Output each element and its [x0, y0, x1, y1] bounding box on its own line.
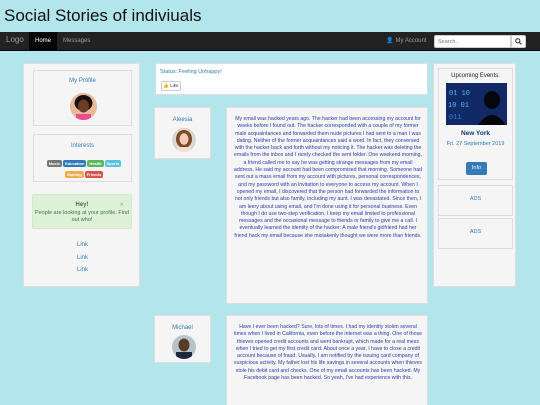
- sidebar-link-1[interactable]: Link: [24, 242, 141, 248]
- svg-text:011: 011: [449, 114, 462, 122]
- post-author-name[interactable]: Michael: [155, 325, 210, 331]
- post-author-name[interactable]: Aleesia: [155, 117, 210, 123]
- post-card: My email was hacked years ago. The hacke…: [226, 107, 428, 304]
- nav-home[interactable]: Home: [29, 32, 57, 51]
- interests-title: Interests: [70, 143, 94, 149]
- site-title: Social Stories of indiviuals: [4, 6, 202, 25]
- interests-card: Interests Music Education Health Sports Gam…: [33, 134, 132, 182]
- thumbs-up-icon: 👍: [163, 83, 170, 88]
- ad-slot[interactable]: ADS: [438, 185, 513, 216]
- info-button[interactable]: Info: [466, 162, 487, 175]
- alert-title: Hey!: [75, 202, 89, 208]
- close-icon[interactable]: ×: [119, 200, 124, 209]
- profile-avatar[interactable]: [70, 93, 97, 120]
- navbar: Logo Home Messages 👤 My Account: [0, 32, 540, 51]
- events-title: Upcoming Events:: [451, 73, 500, 79]
- author-avatar[interactable]: [172, 335, 196, 359]
- interest-badges: Music Education Health Sports Gaming Friends: [41, 156, 127, 178]
- interest-badge-friends[interactable]: Friends: [84, 171, 104, 178]
- brand-logo[interactable]: Logo: [6, 35, 24, 44]
- search-icon: [515, 38, 522, 45]
- interest-badge-sports[interactable]: Sports: [104, 160, 122, 167]
- nav-messages[interactable]: Messages: [63, 32, 90, 51]
- interest-badge-education[interactable]: Education: [63, 160, 87, 167]
- sidebar-link-3[interactable]: Link: [24, 267, 141, 273]
- interest-badge-gaming[interactable]: Gaming: [64, 171, 84, 178]
- ad-slot[interactable]: ADS: [438, 218, 513, 249]
- ad-label: ADS: [469, 229, 482, 235]
- nav-my-account[interactable]: 👤 My Account: [386, 32, 427, 51]
- svg-text:01 10: 01 10: [449, 90, 470, 98]
- like-button[interactable]: 👍 Like: [161, 81, 181, 91]
- user-icon: 👤: [386, 38, 394, 44]
- search-button[interactable]: [511, 35, 526, 48]
- interest-badge-health[interactable]: Health: [87, 160, 104, 167]
- ad-label: ADS: [469, 196, 482, 202]
- events-card: Upcoming Events: 01 10 10 01 011 New Yor…: [438, 68, 513, 180]
- profile-title[interactable]: My Profile: [34, 78, 131, 84]
- right-sidebar: Upcoming Events: 01 10 10 01 011 New Yor…: [433, 63, 516, 287]
- event-image: 01 10 10 01 011: [446, 83, 507, 125]
- left-sidebar: My Profile Interests Music Education Healt…: [23, 63, 140, 287]
- post-body: Have I ever been hacked? Sure, lots of t…: [233, 324, 422, 382]
- event-date: Fri. 27 September 2019: [446, 141, 505, 147]
- status-text: Status: Feeling Unhappy!: [160, 69, 222, 75]
- status-card: Status: Feeling Unhappy! 👍 Like: [155, 63, 428, 95]
- post-body: My email was hacked years ago. The hacke…: [233, 116, 422, 239]
- nav-my-account-label: My Account: [395, 38, 427, 44]
- like-label: Like: [170, 83, 179, 88]
- event-city: New York: [460, 130, 491, 137]
- post-author-card: Aleesia: [154, 107, 211, 159]
- post-author-card: Michael: [154, 315, 211, 363]
- profile-views-alert: Hey! People are looking at your profile.…: [32, 194, 132, 229]
- search-input[interactable]: [434, 35, 511, 48]
- post-card: Have I ever been hacked? Sure, lots of t…: [226, 315, 428, 405]
- profile-card: My Profile: [33, 70, 132, 126]
- interest-badge-music[interactable]: Music: [46, 160, 63, 167]
- author-avatar[interactable]: [172, 128, 196, 152]
- alert-message: People are looking at your profile. Find…: [34, 210, 130, 223]
- svg-text:10 01: 10 01: [448, 102, 469, 110]
- sidebar-link-2[interactable]: Link: [24, 255, 141, 261]
